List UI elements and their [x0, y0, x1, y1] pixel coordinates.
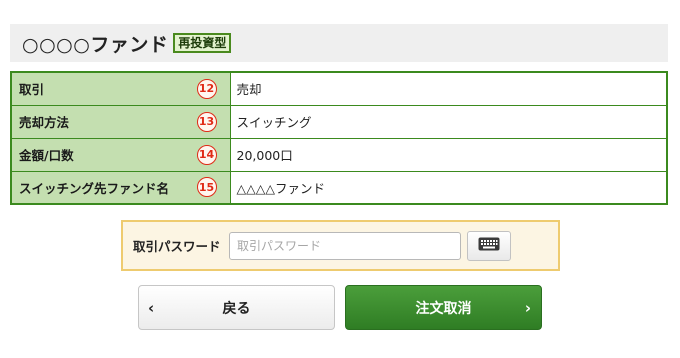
software-keyboard-button[interactable]: [467, 230, 511, 261]
table-row: スイッチング先ファンド名 15 △△△△ファンド: [10, 170, 668, 205]
circled-number-marker: 15: [196, 177, 217, 198]
circled-number-marker: 12: [196, 78, 217, 99]
row-label-cell: 取引 12: [10, 71, 231, 106]
cancel-order-button-label: 注文取消: [415, 300, 472, 317]
row-label-cell: 売却方法 13: [10, 104, 231, 139]
order-detail-table: 取引 12 売却 売却方法 13 スイッチング 金額/口数 14 20,000口…: [10, 71, 668, 205]
back-button[interactable]: ‹ 戻る: [138, 285, 335, 330]
row-label-cell: 金額/口数 14: [10, 137, 231, 172]
table-row: 取引 12 売却: [10, 71, 668, 106]
row-label-cell: スイッチング先ファンド名 15: [10, 170, 231, 205]
table-row: 売却方法 13 スイッチング: [10, 104, 668, 139]
row-value: 売却: [229, 71, 668, 106]
back-button-label: 戻る: [222, 300, 251, 317]
row-value: 20,000口: [229, 137, 668, 172]
table-row: 金額/口数 14 20,000口: [10, 137, 668, 172]
chevron-right-icon: ›: [524, 298, 531, 317]
row-label: 売却方法: [19, 115, 70, 130]
chevron-left-icon: ‹: [148, 298, 155, 317]
row-label: 取引: [19, 82, 45, 98]
fund-header: ○○○○ファンド 再投資型: [10, 24, 668, 62]
row-value: △△△△ファンド: [229, 170, 668, 205]
password-section: 取引パスワード: [121, 220, 560, 271]
row-label: スイッチング先ファンド名: [19, 180, 170, 196]
row-value: スイッチング: [229, 104, 668, 139]
circled-number-marker: 13: [196, 111, 217, 132]
password-label: 取引パスワード: [133, 239, 221, 254]
row-label: 金額/口数: [19, 148, 74, 163]
password-input[interactable]: [229, 231, 461, 260]
keyboard-icon: [478, 236, 500, 255]
circled-number-marker: 14: [196, 144, 217, 165]
fund-name: ○○○○ファンド: [22, 33, 169, 56]
cancel-order-button[interactable]: 注文取消 ›: [345, 285, 542, 330]
fund-type-badge: 再投資型: [173, 33, 232, 53]
